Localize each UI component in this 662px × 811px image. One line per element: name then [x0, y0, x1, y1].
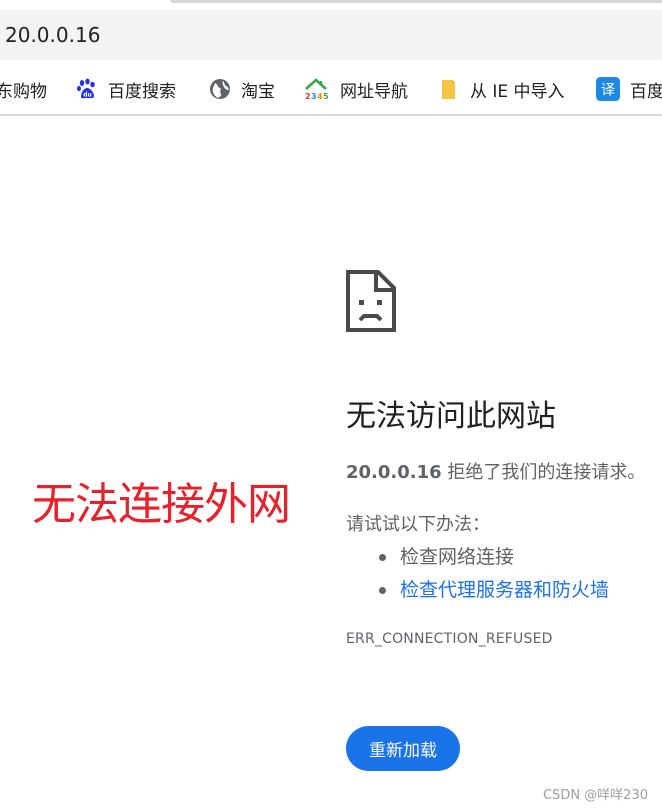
error-host: 20.0.0.16 — [346, 462, 442, 483]
suggestions-heading: 请试试以下办法： — [346, 514, 490, 535]
bookmark-label: 淘宝 — [241, 81, 275, 102]
bookmark-taobao[interactable]: 淘宝 — [209, 74, 275, 104]
svg-text:3: 3 — [311, 92, 317, 100]
bookmark-label: 百度搜索 — [108, 81, 176, 102]
translate-icon: 译 — [596, 77, 620, 101]
bookmark-label: 百度 — [630, 81, 662, 102]
folder-icon — [442, 80, 455, 99]
bookmark-import-from-ie[interactable]: 从 IE 中导入 — [438, 74, 565, 104]
bookmark-shopping[interactable]: 东购物 — [0, 74, 47, 104]
sad-document-icon — [346, 270, 396, 332]
error-code: ERR_CONNECTION_REFUSED — [346, 631, 553, 647]
error-title: 无法访问此网站 — [346, 399, 556, 434]
error-description-text: 拒绝了我们的连接请求。 — [441, 462, 646, 483]
svg-text:译: 译 — [601, 82, 615, 98]
suggestion-check-network: 检查网络连接 — [346, 543, 609, 576]
address-bar[interactable]: 20.0.0.16 — [0, 10, 662, 60]
toolbar-divider — [0, 114, 662, 116]
svg-text:5: 5 — [323, 92, 329, 100]
baidu-paw-icon: du — [77, 78, 95, 99]
address-bar-url[interactable]: 20.0.0.16 — [5, 22, 100, 48]
suggestions-list: 检查网络连接 检查代理服务器和防火墙 — [346, 543, 609, 609]
bookmark-label: 东购物 — [0, 81, 47, 102]
error-description: 20.0.0.16 拒绝了我们的连接请求。 — [346, 460, 645, 486]
suggestion-check-proxy-firewall-link[interactable]: 检查代理服务器和防火墙 — [346, 576, 609, 609]
annotation-text: 无法连接外网 — [32, 479, 291, 530]
bookmark-label: 从 IE 中导入 — [470, 81, 565, 102]
reload-button[interactable]: 重新加载 — [346, 726, 460, 771]
bookmark-label: 网址导航 — [340, 81, 408, 102]
bookmarks-bar: 东购物 du 百度搜索 淘宝 2 3 4 5 网址导航 从 IE 中导入 译 百… — [0, 64, 662, 114]
svg-text:2: 2 — [305, 92, 311, 100]
bookmark-2345-nav[interactable]: 2 3 4 5 网址导航 — [304, 74, 408, 104]
tab-strip-edge — [170, 0, 662, 3]
watermark: CSDN @咩咩230 — [542, 788, 648, 803]
browser-window: 20.0.0.16 东购物 du 百度搜索 淘宝 2 3 4 5 网址导航 从 … — [0, 0, 662, 811]
bookmark-baidu-translate[interactable]: 译 百度 — [596, 74, 662, 104]
globe-icon — [210, 79, 230, 99]
2345-house-icon: 2 3 4 5 — [305, 78, 329, 100]
bookmark-baidu-search[interactable]: du 百度搜索 — [76, 74, 176, 104]
svg-text:du: du — [83, 92, 92, 99]
